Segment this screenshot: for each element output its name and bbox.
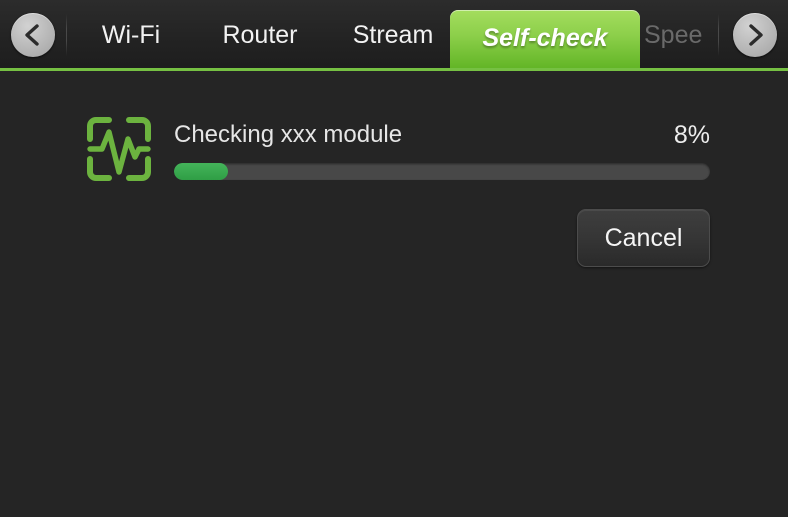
tab-separator-left [66,14,67,56]
chevron-right-icon [749,24,763,46]
tab-bar: Wi-Fi Router Stream Self-check Spee [0,0,788,71]
tab-self-check[interactable]: Self-check [450,10,640,71]
self-check-percent-label: 8% [673,121,710,149]
tab-scroll-next-button[interactable] [733,13,777,57]
cancel-button[interactable]: Cancel [577,209,710,267]
self-check-status-text: Checking xxx module [174,121,403,148]
tab-wifi[interactable]: Wi-Fi [86,0,176,71]
self-check-content: Checking xxx module 8% Cancel [0,71,788,517]
tab-router[interactable]: Router [200,0,320,71]
tab-speed-partial[interactable]: Spee [644,0,718,71]
pulse-monitor-icon [85,115,153,183]
tab-stream[interactable]: Stream [332,0,454,71]
self-check-progress-fill [174,163,228,180]
chevron-left-icon [25,24,39,46]
self-check-progress-bar [174,163,710,180]
self-check-screen: Wi-Fi Router Stream Self-check Spee Chec… [0,0,788,517]
tab-scroll-prev-button[interactable] [11,13,55,57]
tab-separator-right [718,14,719,56]
